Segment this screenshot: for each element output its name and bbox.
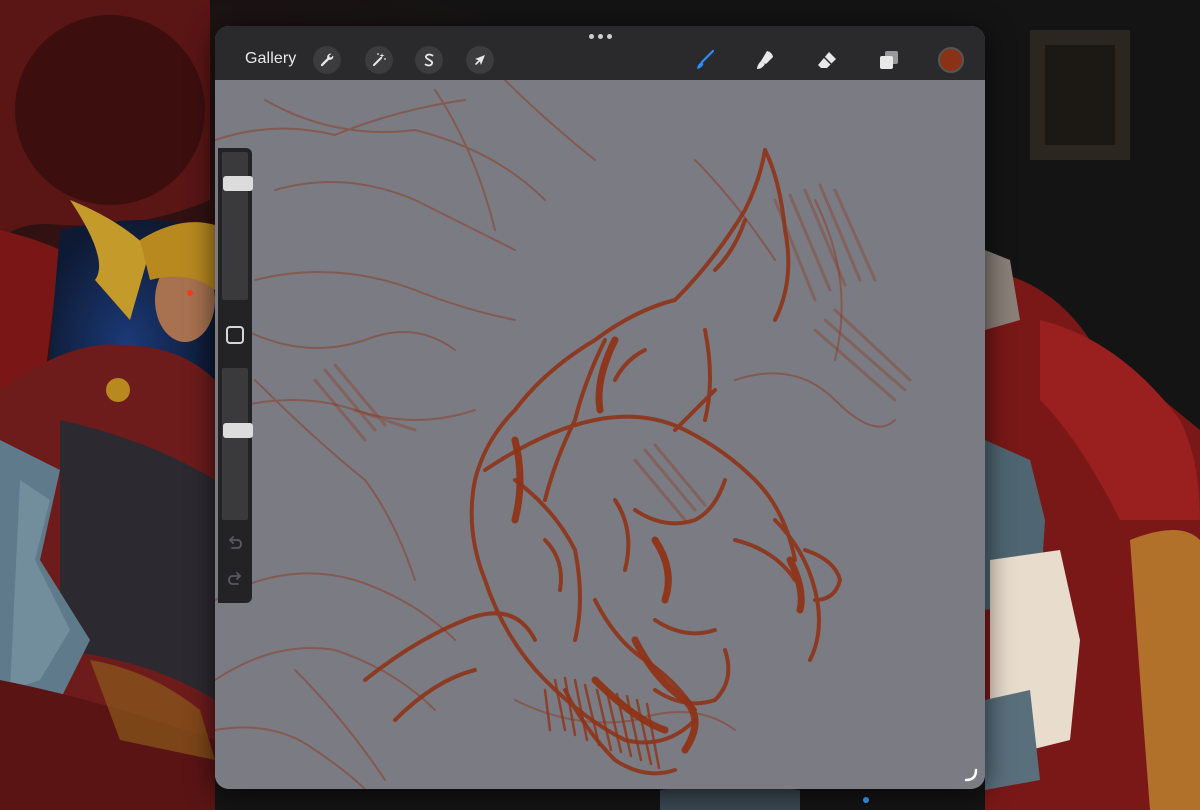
sketch-drawing	[215, 80, 912, 789]
eraser-icon[interactable]	[812, 45, 842, 75]
undo-icon[interactable]	[226, 534, 244, 552]
drawing-canvas[interactable]	[215, 80, 985, 789]
arrow-cursor-icon[interactable]	[466, 46, 494, 74]
layers-icon[interactable]	[874, 45, 904, 75]
modify-button[interactable]	[226, 326, 244, 344]
sidebar	[218, 148, 253, 603]
color-swatch[interactable]	[938, 47, 964, 73]
selection-s-icon[interactable]	[415, 46, 443, 74]
opacity-thumb[interactable]	[223, 423, 253, 438]
app-window: Gallery	[215, 26, 985, 789]
opacity-slider[interactable]	[222, 368, 253, 520]
wrench-icon[interactable]	[313, 46, 341, 74]
resize-handle-icon[interactable]	[963, 767, 979, 783]
redo-icon[interactable]	[226, 570, 244, 588]
smudge-icon[interactable]	[750, 45, 780, 75]
gallery-button[interactable]: Gallery	[245, 50, 296, 68]
brush-size-slider[interactable]	[222, 152, 253, 300]
brush-size-thumb[interactable]	[223, 176, 253, 191]
brush-icon[interactable]	[690, 45, 720, 75]
magic-wand-icon[interactable]	[365, 46, 393, 74]
multitasking-dots-icon[interactable]	[585, 31, 615, 41]
